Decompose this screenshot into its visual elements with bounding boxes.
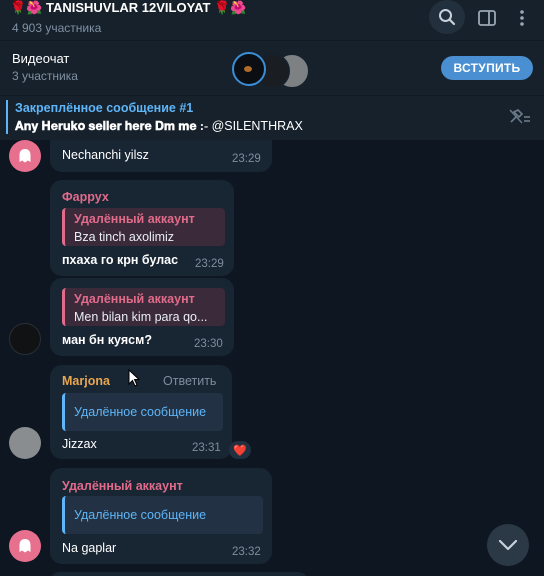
videochat-bar: Видеочат 3 участника ВСТУПИТЬ: [0, 40, 544, 95]
mouse-cursor: [128, 368, 141, 392]
message-text: пхаха го крн булас: [62, 253, 179, 267]
message-time: 23:31: [192, 442, 221, 454]
message-time: 23:30: [194, 338, 223, 350]
ghost-icon: [19, 539, 31, 553]
join-button[interactable]: ВСТУПИТЬ: [441, 56, 533, 80]
avatar[interactable]: [9, 323, 41, 355]
quote-text: Удалённое сообщение: [74, 405, 207, 419]
reply-button[interactable]: Ответить: [163, 374, 216, 388]
message-time: 23:29: [232, 153, 261, 165]
message-bubble[interactable]: Фаррух Удалённый аккаунт Bza tinch axoli…: [50, 180, 234, 276]
pinned-handle: @SILENTHRAX: [208, 119, 303, 133]
videochat-participants: 3 участника: [12, 69, 78, 83]
heart-icon: ❤️: [233, 444, 247, 457]
more-icon: [520, 10, 524, 26]
quote-text: Удалённое сообщение: [74, 508, 207, 522]
chat-title[interactable]: 🌹🌺 TANISHUVLAR 12VILOYAT 🌹🌺: [10, 0, 246, 16]
message-text: Jizzax: [62, 437, 97, 451]
pinned-text-bold: 𝐀𝐧𝐲 𝐇𝐞𝐫𝐮𝐤𝐨 𝐬𝐞𝐥𝐥𝐞𝐫 𝐡𝐞𝐫𝐞 𝐃𝐦 𝐦𝐞 :-: [15, 119, 209, 133]
quote-author: Удалённый аккаунт: [74, 292, 195, 306]
message-bubble[interactable]: Удалённый аккаунт Удалённое сообщение Na…: [50, 468, 272, 564]
pinned-indicator: [6, 100, 8, 134]
avatar[interactable]: [9, 140, 41, 172]
chat-header: 🌹🌺 TANISHUVLAR 12VILOYAT 🌹🌺 4 903 участн…: [0, 0, 544, 40]
participant-avatars: [232, 52, 312, 89]
sender-name[interactable]: Фаррух: [62, 190, 109, 204]
pinned-message-bar[interactable]: Закреплённое сообщение #1 𝐀𝐧𝐲 𝐇𝐞𝐫𝐮𝐤𝐨 𝐬𝐞𝐥…: [0, 95, 544, 140]
message-time: 23:32: [232, 546, 261, 558]
sidebar-icon: [478, 10, 496, 26]
message-text: Na gaplar: [62, 541, 117, 555]
message-list[interactable]: Nechanchi yilsz 23:29 Фаррух Удалённый а…: [0, 140, 544, 576]
unpin-icon: [509, 109, 530, 124]
reply-quote[interactable]: Удалённое сообщение: [62, 393, 223, 431]
ghost-icon: [19, 149, 31, 163]
more-button[interactable]: [505, 2, 539, 34]
message-bubble[interactable]: Marjona Ответить Удалённое сообщение Jiz…: [50, 365, 232, 459]
pinned-title: Закреплённое сообщение #1: [15, 101, 194, 115]
message-bubble[interactable]: Удалённый аккаунт Men bilan kim para qo.…: [50, 278, 234, 356]
message-bubble[interactable]: Nechanchi yilsz 23:29: [50, 140, 272, 172]
reaction-badge[interactable]: ❤️: [229, 441, 251, 459]
avatar[interactable]: [9, 427, 41, 459]
message-bubble[interactable]: [50, 572, 308, 576]
sender-name[interactable]: Marjona: [62, 374, 110, 388]
scroll-down-button[interactable]: [487, 524, 529, 566]
message-text: ман бн куясм?: [62, 333, 152, 347]
reply-quote[interactable]: Удалённое сообщение: [62, 496, 263, 534]
quote-text: Bza tinch axolimiz: [74, 230, 175, 244]
videochat-title: Видеочат: [12, 51, 70, 66]
sidebar-toggle-button[interactable]: [470, 2, 504, 34]
reply-quote[interactable]: Удалённый аккаунт Bza tinch axolimiz: [62, 208, 225, 246]
reply-quote[interactable]: Удалённый аккаунт Men bilan kim para qo.…: [62, 288, 225, 326]
avatar[interactable]: [9, 530, 41, 562]
chevron-down-icon: [498, 539, 518, 551]
avatar: [232, 52, 266, 86]
search-button[interactable]: [429, 0, 465, 34]
search-icon: [439, 9, 456, 26]
quote-author: Удалённый аккаунт: [74, 212, 195, 226]
pinned-text: 𝐀𝐧𝐲 𝐇𝐞𝐫𝐮𝐤𝐨 𝐬𝐞𝐥𝐥𝐞𝐫 𝐡𝐞𝐫𝐞 𝐃𝐦 𝐦𝐞 :- @SILENTH…: [15, 119, 303, 134]
message-text: Nechanchi yilsz: [62, 148, 149, 162]
message-time: 23:29: [195, 258, 224, 270]
quote-text: Men bilan kim para qo...: [74, 310, 208, 324]
member-count: 4 903 участника: [12, 21, 102, 35]
unpin-button[interactable]: [506, 108, 532, 131]
sender-name[interactable]: Удалённый аккаунт: [62, 479, 183, 493]
